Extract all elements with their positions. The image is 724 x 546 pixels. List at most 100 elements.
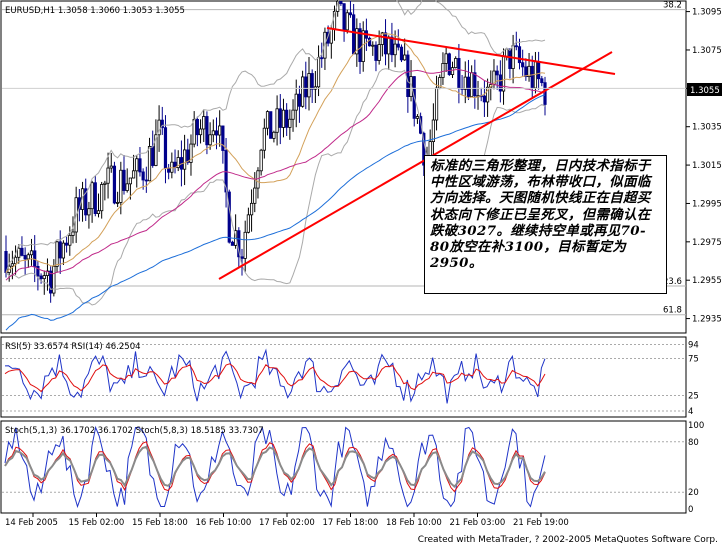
candle-body[interactable] bbox=[71, 231, 75, 236]
candle-body[interactable] bbox=[463, 76, 467, 90]
candle-body[interactable] bbox=[198, 128, 203, 136]
candle-body[interactable] bbox=[514, 45, 518, 48]
candle-body[interactable] bbox=[211, 130, 215, 136]
candle-body[interactable] bbox=[383, 32, 388, 55]
candle-body[interactable] bbox=[329, 28, 333, 44]
candle-body[interactable] bbox=[454, 58, 458, 69]
candle-body[interactable] bbox=[26, 254, 30, 260]
candle-body[interactable] bbox=[294, 93, 298, 111]
candle-body[interactable] bbox=[138, 158, 142, 173]
candle-body[interactable] bbox=[505, 48, 509, 57]
candle-body[interactable] bbox=[195, 119, 199, 136]
candle-body[interactable] bbox=[90, 182, 94, 210]
candle-body[interactable] bbox=[301, 76, 305, 107]
candle-body[interactable] bbox=[403, 54, 407, 61]
candle-body[interactable] bbox=[214, 130, 219, 136]
candle-body[interactable] bbox=[307, 73, 311, 98]
candle-body[interactable] bbox=[275, 108, 279, 133]
candle-body[interactable] bbox=[119, 169, 123, 203]
candle-body[interactable] bbox=[183, 149, 187, 170]
candle-body[interactable] bbox=[243, 231, 247, 259]
candle-body[interactable] bbox=[441, 63, 445, 78]
candle-body[interactable] bbox=[135, 158, 139, 172]
candle-body[interactable] bbox=[288, 118, 292, 128]
candle-body[interactable] bbox=[377, 44, 381, 61]
candle-body[interactable] bbox=[269, 111, 273, 139]
candle-body[interactable] bbox=[202, 116, 206, 130]
candle-body[interactable] bbox=[415, 116, 420, 119]
candle-body[interactable] bbox=[17, 247, 21, 258]
candle-body[interactable] bbox=[144, 179, 148, 182]
candle-body[interactable] bbox=[163, 127, 168, 169]
candle-body[interactable] bbox=[246, 214, 250, 233]
candle-body[interactable] bbox=[387, 36, 391, 55]
candle-body[interactable] bbox=[20, 247, 24, 256]
candle-body[interactable] bbox=[374, 44, 378, 61]
candle-body[interactable] bbox=[524, 66, 528, 78]
candle-body[interactable] bbox=[466, 76, 471, 97]
candle-body[interactable] bbox=[100, 184, 104, 212]
candle-body[interactable] bbox=[249, 202, 254, 216]
candle-body[interactable] bbox=[482, 95, 487, 103]
candle-body[interactable] bbox=[131, 170, 136, 179]
candle-body[interactable] bbox=[205, 116, 209, 146]
candle-body[interactable] bbox=[348, 12, 353, 16]
candle-body[interactable] bbox=[495, 70, 499, 76]
candle-body[interactable] bbox=[13, 256, 18, 265]
candle-body[interactable] bbox=[58, 241, 62, 259]
candle-body[interactable] bbox=[393, 43, 397, 56]
candle-body[interactable] bbox=[122, 169, 126, 191]
candle-body[interactable] bbox=[406, 54, 410, 98]
candle-body[interactable] bbox=[342, 3, 346, 31]
candle-body[interactable] bbox=[310, 73, 314, 90]
candle-body[interactable] bbox=[141, 171, 145, 181]
candle-body[interactable] bbox=[61, 242, 66, 259]
candle-body[interactable] bbox=[103, 182, 107, 185]
candle-body[interactable] bbox=[208, 134, 212, 146]
candle-body[interactable] bbox=[64, 242, 69, 246]
candle-body[interactable] bbox=[457, 58, 461, 89]
candle-body[interactable] bbox=[450, 67, 455, 75]
candle-body[interactable] bbox=[272, 131, 276, 139]
candle-body[interactable] bbox=[262, 127, 266, 151]
candle-body[interactable] bbox=[151, 146, 155, 166]
candle-body[interactable] bbox=[281, 109, 286, 128]
candle-body[interactable] bbox=[285, 109, 289, 128]
candle-body[interactable] bbox=[508, 48, 512, 69]
candle-body[interactable] bbox=[537, 61, 541, 80]
candle-body[interactable] bbox=[192, 119, 196, 145]
candle-body[interactable] bbox=[396, 43, 400, 48]
candle-body[interactable] bbox=[167, 167, 171, 173]
candle-body[interactable] bbox=[470, 72, 474, 97]
candle-body[interactable] bbox=[218, 125, 222, 136]
candle-body[interactable] bbox=[116, 202, 120, 204]
candle-body[interactable] bbox=[521, 62, 525, 68]
candle-body[interactable] bbox=[112, 165, 117, 204]
candle-body[interactable] bbox=[93, 182, 97, 215]
candle-body[interactable] bbox=[434, 87, 439, 121]
candle-body[interactable] bbox=[240, 256, 244, 259]
candle-body[interactable] bbox=[96, 210, 101, 215]
candle-body[interactable] bbox=[345, 12, 349, 31]
candle-body[interactable] bbox=[339, 1, 343, 5]
candle-body[interactable] bbox=[128, 177, 132, 185]
candle-body[interactable] bbox=[399, 46, 404, 61]
candle-body[interactable] bbox=[10, 263, 14, 267]
candle-body[interactable] bbox=[543, 82, 547, 105]
candle-body[interactable] bbox=[265, 111, 270, 129]
candle-body[interactable] bbox=[221, 125, 225, 151]
candle-body[interactable] bbox=[33, 250, 37, 267]
candle-body[interactable] bbox=[147, 146, 152, 182]
candle-body[interactable] bbox=[316, 57, 321, 88]
candle-body[interactable] bbox=[253, 187, 257, 204]
trendline-upper[interactable] bbox=[326, 27, 616, 75]
candle-body[interactable] bbox=[256, 170, 260, 189]
candle-body[interactable] bbox=[517, 46, 522, 64]
candle-body[interactable] bbox=[278, 108, 282, 128]
candle-body[interactable] bbox=[444, 53, 448, 64]
candle-body[interactable] bbox=[447, 53, 451, 75]
candle-body[interactable] bbox=[55, 241, 59, 267]
candle-body[interactable] bbox=[109, 165, 113, 169]
candle-body[interactable] bbox=[473, 72, 477, 97]
candle-body[interactable] bbox=[304, 76, 308, 98]
